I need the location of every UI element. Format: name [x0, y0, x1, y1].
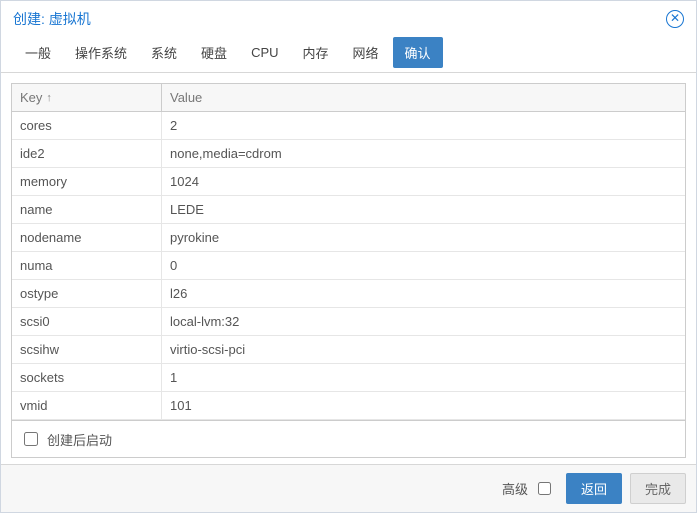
cell-value: 0 [162, 252, 685, 279]
finish-button[interactable]: 完成 [630, 473, 686, 504]
sort-asc-icon: ↑ [46, 92, 52, 104]
cell-key: name [12, 196, 162, 223]
table-row[interactable]: vmid101 [12, 392, 685, 420]
cell-key: scsihw [12, 336, 162, 363]
tab-5[interactable]: 内存 [293, 35, 339, 72]
table-row[interactable]: scsihwvirtio-scsi-pci [12, 336, 685, 364]
content-area: Key ↑ Value cores2ide2none,media=cdromme… [1, 73, 696, 464]
header-value[interactable]: Value [162, 84, 685, 111]
table-row[interactable]: scsi0local-lvm:32 [12, 308, 685, 336]
table-row[interactable]: numa0 [12, 252, 685, 280]
dialog-title: 创建: 虚拟机 [13, 9, 91, 29]
header-key-label: Key [20, 90, 42, 105]
cell-value: none,media=cdrom [162, 140, 685, 167]
tab-1[interactable]: 操作系统 [65, 35, 137, 72]
cell-key: numa [12, 252, 162, 279]
cell-value: pyrokine [162, 224, 685, 251]
table-body: cores2ide2none,media=cdrommemory1024name… [12, 112, 685, 420]
table-row[interactable]: ostypel26 [12, 280, 685, 308]
start-after-create-checkbox[interactable] [24, 432, 38, 446]
back-button[interactable]: 返回 [566, 473, 622, 504]
cell-key: sockets [12, 364, 162, 391]
advanced-toggle: 高级 [502, 479, 554, 498]
wizard-tabs: 一般操作系统系统硬盘CPU内存网络确认 [1, 35, 696, 73]
advanced-checkbox[interactable] [538, 482, 551, 495]
tab-2[interactable]: 系统 [141, 35, 187, 72]
cell-value: local-lvm:32 [162, 308, 685, 335]
close-icon[interactable]: ✕ [666, 10, 684, 28]
table-row[interactable]: cores2 [12, 112, 685, 140]
summary-table: Key ↑ Value cores2ide2none,media=cdromme… [11, 83, 686, 458]
cell-value: 2 [162, 112, 685, 139]
cell-value: l26 [162, 280, 685, 307]
create-vm-dialog: 创建: 虚拟机 ✕ 一般操作系统系统硬盘CPU内存网络确认 Key ↑ Valu… [0, 0, 697, 513]
cell-value: 1 [162, 364, 685, 391]
tab-7[interactable]: 确认 [393, 37, 443, 68]
button-bar: 高级 返回 完成 [1, 464, 696, 512]
cell-key: cores [12, 112, 162, 139]
cell-value: 1024 [162, 168, 685, 195]
cell-value: 101 [162, 392, 685, 419]
tab-3[interactable]: 硬盘 [191, 35, 237, 72]
tab-0[interactable]: 一般 [15, 35, 61, 72]
table-footer: 创建后启动 [12, 420, 685, 457]
cell-value: LEDE [162, 196, 685, 223]
cell-value: virtio-scsi-pci [162, 336, 685, 363]
table-row[interactable]: ide2none,media=cdrom [12, 140, 685, 168]
table-row[interactable]: sockets1 [12, 364, 685, 392]
cell-key: ostype [12, 280, 162, 307]
titlebar: 创建: 虚拟机 ✕ [1, 1, 696, 35]
start-after-create-label: 创建后启动 [47, 430, 112, 449]
cell-key: ide2 [12, 140, 162, 167]
tab-6[interactable]: 网络 [343, 35, 389, 72]
tab-4[interactable]: CPU [241, 37, 288, 70]
table-row[interactable]: nameLEDE [12, 196, 685, 224]
table-row[interactable]: memory1024 [12, 168, 685, 196]
header-key[interactable]: Key ↑ [12, 84, 162, 111]
table-row[interactable]: nodenamepyrokine [12, 224, 685, 252]
cell-key: vmid [12, 392, 162, 419]
cell-key: memory [12, 168, 162, 195]
advanced-label: 高级 [502, 479, 528, 498]
cell-key: nodename [12, 224, 162, 251]
header-value-label: Value [170, 90, 202, 105]
cell-key: scsi0 [12, 308, 162, 335]
table-header: Key ↑ Value [12, 84, 685, 112]
